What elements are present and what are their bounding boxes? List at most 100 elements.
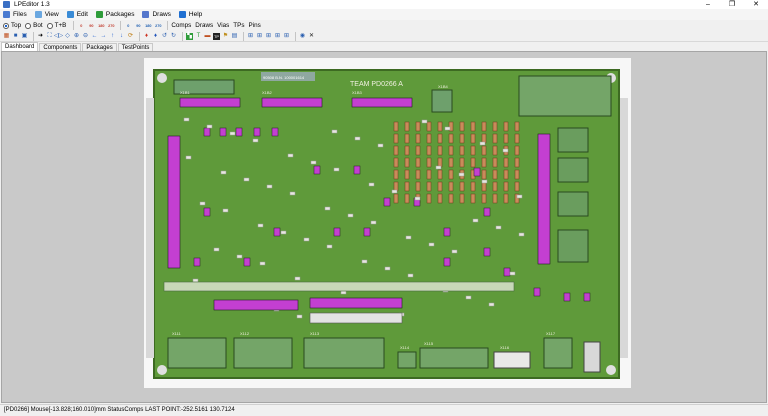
rotate-chip-90-bot[interactable]: 90: [134, 22, 142, 30]
rotate-chip-0-top[interactable]: 0: [77, 22, 85, 30]
mirror-icon[interactable]: ◁▷: [54, 33, 63, 40]
menu-label: View: [44, 11, 59, 18]
testpoint-tool-icon[interactable]: TP: [213, 32, 220, 40]
connector-label: X1B1: [180, 90, 191, 95]
rotate-chip-180-bot[interactable]: 180: [144, 22, 152, 30]
zoom-out-icon[interactable]: ⊖: [82, 33, 89, 40]
close-button[interactable]: ✕: [744, 0, 768, 9]
maximize-button[interactable]: ❐: [720, 0, 744, 9]
mounting-hole: [157, 365, 167, 375]
help-icon: [178, 11, 186, 18]
resistor: [503, 133, 509, 144]
probe-red-icon[interactable]: ♦: [143, 33, 150, 40]
select-arrow-icon[interactable]: ➜: [37, 33, 44, 40]
export-icon[interactable]: ▣: [21, 33, 28, 40]
silk-pad: [257, 223, 264, 228]
pan-right-icon[interactable]: →: [100, 33, 107, 40]
delete-icon[interactable]: ✕: [308, 33, 315, 40]
smd-part: [483, 247, 491, 257]
align-top-icon[interactable]: ⊞: [274, 33, 281, 40]
resistor: [481, 169, 487, 180]
silk-pad: [243, 177, 250, 182]
flip-icon[interactable]: ◇: [64, 33, 71, 40]
resistor: [448, 193, 454, 204]
silk-pad: [481, 179, 488, 184]
resistor: [470, 145, 476, 156]
smd-part: [193, 257, 201, 267]
menu-view[interactable]: View: [34, 11, 59, 18]
open-icon[interactable]: ▦: [3, 33, 10, 40]
menu-packages[interactable]: Packages: [95, 11, 134, 18]
pin-tool-icon[interactable]: ⚑: [222, 33, 229, 40]
ic-row: [213, 299, 299, 311]
component-tool-icon[interactable]: ▚: [186, 32, 193, 40]
rotate-chip-180-top[interactable]: 180: [97, 22, 105, 30]
refresh-icon[interactable]: ⟳: [127, 33, 134, 40]
side-top-option[interactable]: Top: [3, 22, 21, 29]
silk-pad: [199, 201, 206, 206]
align-center-icon[interactable]: ⊞: [256, 33, 263, 40]
align-bottom-icon[interactable]: ⊞: [283, 33, 290, 40]
rotate-chip-0-bot[interactable]: 0: [124, 22, 132, 30]
pan-up-icon[interactable]: ↑: [109, 33, 116, 40]
tab-components[interactable]: Components: [39, 43, 82, 51]
filter-comps[interactable]: Comps: [171, 22, 191, 29]
align-left-icon[interactable]: ⊞: [247, 33, 254, 40]
rotate-cw-icon[interactable]: ↻: [170, 33, 177, 40]
silk-pad: [444, 126, 451, 131]
resistor: [514, 169, 520, 180]
bottom-connector: [397, 351, 417, 369]
edge-bus-connector: [163, 281, 515, 292]
menu-label: Draws: [152, 11, 171, 18]
board-canvas[interactable]: 90508 B.N. 100001614 TEAM PD0266 A X1B1 …: [144, 58, 631, 388]
terminal-block: [518, 75, 612, 117]
toolbar-secondary: ▦ ■ ▣ ➜ ⛶ ◁▷ ◇ ⊕ ⊖ ← → ↑ ↓ ⟳ ♦ ♦ ↺ ↻ ▚ T…: [0, 31, 768, 42]
resistor: [448, 169, 454, 180]
silk-pad: [222, 208, 229, 213]
menu-edit[interactable]: Edit: [66, 11, 88, 18]
grid-icon[interactable]: ▤: [231, 33, 238, 40]
probe-blue-icon[interactable]: ♦: [152, 33, 159, 40]
silk-pad: [183, 117, 190, 122]
resistor: [459, 193, 465, 204]
filter-draws[interactable]: Draws: [195, 22, 213, 29]
menu-help[interactable]: Help: [178, 11, 202, 18]
dsub-connector: [583, 341, 601, 373]
filter-vias[interactable]: Vias: [217, 22, 229, 29]
resistor: [514, 145, 520, 156]
board-viewport[interactable]: 90508 B.N. 100001614 TEAM PD0266 A X1B1 …: [1, 51, 767, 403]
rotate-ccw-icon[interactable]: ↺: [161, 33, 168, 40]
pan-down-icon[interactable]: ↓: [118, 33, 125, 40]
side-both-option[interactable]: T+B: [46, 22, 66, 29]
resistor: [492, 181, 498, 192]
fit-icon[interactable]: ⛶: [46, 33, 53, 40]
tab-packages[interactable]: Packages: [82, 43, 117, 51]
connector-label: X1B4: [438, 84, 449, 89]
minimize-button[interactable]: –: [696, 0, 720, 9]
connector-label: X117: [546, 331, 556, 336]
visibility-icon[interactable]: ◉: [299, 33, 306, 40]
filter-pins[interactable]: Pins: [248, 22, 260, 29]
text-tool-icon[interactable]: T: [195, 33, 202, 40]
zoom-in-icon[interactable]: ⊕: [73, 33, 80, 40]
resistor: [470, 181, 476, 192]
pan-left-icon[interactable]: ←: [91, 33, 98, 40]
resistor: [404, 145, 410, 156]
align-right-icon[interactable]: ⊞: [265, 33, 272, 40]
menu-draws[interactable]: Draws: [142, 11, 171, 18]
tab-testpoints[interactable]: TestPoints: [117, 43, 154, 51]
rotate-chip-90-top[interactable]: 90: [87, 22, 95, 30]
rotate-chip-270-bot[interactable]: 270: [154, 22, 162, 30]
toolbar-separator: [120, 21, 122, 30]
bottom-connector: [303, 337, 385, 369]
resistor: [426, 169, 432, 180]
rotate-chip-270-top[interactable]: 270: [107, 22, 115, 30]
resistor: [503, 121, 509, 132]
filter-tps[interactable]: TPs: [233, 22, 244, 29]
pad-tool-icon[interactable]: ▬: [204, 33, 211, 40]
side-bot-option[interactable]: Bot: [25, 22, 43, 29]
resistor: [459, 145, 465, 156]
save-icon[interactable]: ■: [12, 33, 19, 40]
menu-files[interactable]: Files: [3, 11, 27, 18]
tab-dashboard[interactable]: Dashboard: [1, 42, 39, 51]
